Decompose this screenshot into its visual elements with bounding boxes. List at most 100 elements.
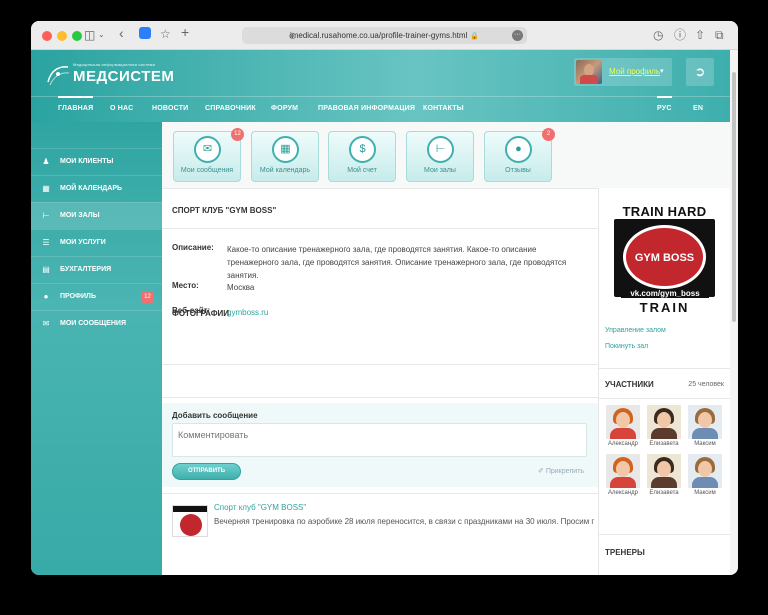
- address-bar[interactable]: ◎ imedical.rusahome.co.ua/profile-traine…: [242, 27, 527, 44]
- add-message-form: Добавить сообщение ОТПРАВИТЬ ✐ Прикрепит…: [162, 403, 598, 487]
- sidebar-item-label: БУХГАЛТЕРИЯ: [60, 266, 112, 273]
- logout-icon: ➲: [694, 64, 706, 79]
- scroll-thumb[interactable]: [732, 72, 736, 322]
- nav-item-contacts[interactable]: КОНТАКТЫ: [423, 105, 464, 112]
- profile-link[interactable]: Мой профиль: [609, 67, 660, 76]
- sidebar-item-accounting[interactable]: ▤ БУХГАЛТЕРИЯ: [31, 256, 162, 283]
- sidebar-item-label: МОИ УСЛУГИ: [60, 239, 106, 246]
- gym-logo-bottom-text: TRAIN: [639, 300, 690, 314]
- member-card[interactable]: Александр: [605, 454, 641, 498]
- sidebar-item-label: МОЙ КАЛЕНДАРЬ: [60, 185, 123, 192]
- lang-en[interactable]: EN: [693, 105, 703, 112]
- add-message-title: Добавить сообщение: [172, 411, 258, 420]
- tile-reviews[interactable]: ● Отзывы 2: [484, 128, 555, 182]
- send-button[interactable]: ОТПРАВИТЬ: [172, 463, 241, 480]
- profile-menu[interactable]: Мой профиль ▾: [574, 58, 672, 86]
- member-card[interactable]: Максим: [687, 405, 723, 449]
- bookmark-star-icon[interactable]: ☆: [160, 26, 171, 42]
- nav-item-news[interactable]: НОВОСТИ: [152, 105, 188, 112]
- sidebar-item-label: МОИ КЛИЕНТЫ: [60, 158, 114, 165]
- user-icon: ●: [43, 292, 49, 301]
- member-card[interactable]: Елизавета: [646, 454, 682, 498]
- nav-item-forum[interactable]: ФОРУМ: [271, 105, 298, 112]
- maximize-window-button[interactable]: [72, 31, 82, 41]
- sidebar-toggle-icon[interactable]: ◫: [84, 27, 95, 43]
- sidebar: ♟ МОИ КЛИЕНТЫ ▦ МОЙ КАЛЕНДАРЬ ⊢ МОИ ЗАЛЫ…: [31, 122, 162, 575]
- info-icon[interactable]: ⓘ: [674, 27, 686, 43]
- members-count: 25 человек: [688, 381, 724, 388]
- member-name: Максим: [694, 441, 716, 447]
- browser-toolbar: ◫ ⌄ ‹ ☆ + ◎ imedical.rusahome.co.ua/prof…: [31, 21, 738, 50]
- gym-logo-vk-text: vk.com/gym_boss: [621, 289, 709, 298]
- sidebar-item-profile[interactable]: ● ПРОФИЛЬ 12: [31, 283, 162, 310]
- attach-link[interactable]: ✐ Прикрепить: [538, 467, 584, 475]
- nav-item-reference[interactable]: СПРАВОЧНИК: [205, 105, 256, 112]
- quick-tiles: ✉ Мои сообщения 12 ▦ Мой календарь $ Мой…: [162, 122, 730, 188]
- tile-badge: 2: [542, 128, 555, 141]
- sidebar-item-label: ПРОФИЛЬ: [60, 293, 97, 300]
- nav-item-home[interactable]: ГЛАВНАЯ: [58, 96, 94, 112]
- sidebar-item-label: МОИ СООБЩЕНИЯ: [60, 320, 126, 327]
- post-item: Спорт клуб "GYM BOSS" Вечерняя тренировк…: [162, 487, 598, 537]
- address-url: imedical.rusahome.co.ua/profile-trainer-…: [289, 31, 468, 40]
- browser-window: ◫ ⌄ ‹ ☆ + ◎ imedical.rusahome.co.ua/prof…: [31, 21, 738, 575]
- manage-gym-link[interactable]: Управление залом: [605, 327, 666, 334]
- member-card[interactable]: Елизавета: [646, 405, 682, 449]
- chevron-down-icon[interactable]: ⌄: [98, 27, 105, 43]
- dumbbell-icon: ⊢: [427, 136, 454, 163]
- tile-gyms[interactable]: ⊢ Мои залы: [406, 131, 474, 182]
- tile-calendar[interactable]: ▦ Мой календарь: [251, 131, 319, 182]
- post-author-thumbnail[interactable]: [172, 505, 208, 537]
- member-name: Александр: [607, 490, 639, 496]
- post-author[interactable]: Спорт клуб "GYM BOSS": [214, 503, 306, 512]
- share-icon[interactable]: ⇧: [695, 27, 705, 43]
- avatar: [576, 60, 602, 84]
- member-card[interactable]: Александр: [605, 405, 641, 449]
- nav-item-legal[interactable]: ПРАВОВАЯ ИНФОРМАЦИЯ: [318, 105, 415, 112]
- back-icon[interactable]: ‹: [119, 25, 124, 41]
- site-header: Медицинская информационная система МЕДСИ…: [31, 50, 730, 122]
- tile-badge: 12: [231, 128, 244, 141]
- privacy-shield-icon[interactable]: [139, 27, 151, 39]
- site-logo[interactable]: Медицинская информационная система МЕДСИ…: [45, 60, 185, 90]
- lang-ru[interactable]: РУС: [657, 96, 672, 112]
- main-content: ✉ Мои сообщения 12 ▦ Мой календарь $ Мой…: [162, 122, 730, 575]
- trainers-title: ТРЕНЕРЫ: [605, 548, 645, 557]
- sidebar-item-gyms[interactable]: ⊢ МОИ ЗАЛЫ: [31, 202, 162, 229]
- calendar-icon: ▦: [272, 136, 299, 163]
- logo-name: МЕДСИСТЕМ: [73, 68, 175, 85]
- page-scrollbar[interactable]: [730, 50, 738, 575]
- minimize-window-button[interactable]: [57, 31, 67, 41]
- list-icon: ☰: [42, 238, 50, 247]
- logout-button[interactable]: ➲: [686, 58, 714, 86]
- tile-messages[interactable]: ✉ Мои сообщения 12: [173, 128, 244, 182]
- tile-account[interactable]: $ Мой счет: [328, 131, 396, 182]
- sidebar-item-messages[interactable]: ✉ МОИ СООБЩЕНИЯ: [31, 310, 162, 337]
- member-name: Елизавета: [649, 441, 679, 447]
- new-tab-plus-icon[interactable]: +: [181, 24, 189, 40]
- tile-label: Отзывы: [505, 167, 531, 174]
- caret-down-icon: ▾: [660, 68, 664, 75]
- logo-tagline: Медицинская информационная система: [73, 62, 156, 67]
- history-icon[interactable]: ◷: [653, 27, 663, 43]
- money-icon: $: [349, 136, 376, 163]
- globe-icon: ◎: [289, 31, 296, 40]
- sidebar-item-clients[interactable]: ♟ МОИ КЛИЕНТЫ: [31, 148, 162, 175]
- post-text: Вечерняя тренировка по аэробике 28 июля …: [214, 517, 594, 526]
- paperclip-icon: ✐: [538, 468, 544, 475]
- tile-label: Мой календарь: [259, 167, 311, 174]
- tabs-overview-icon[interactable]: ⧉: [715, 27, 724, 43]
- more-options-icon[interactable]: ···: [512, 30, 523, 41]
- close-window-button[interactable]: [42, 31, 52, 41]
- lock-icon: 🔒: [470, 33, 480, 40]
- sidebar-item-label: МОИ ЗАЛЫ: [60, 212, 100, 219]
- nav-item-about[interactable]: О НАС: [110, 105, 133, 112]
- member-name: Александр: [607, 441, 639, 447]
- accounting-icon: ▤: [42, 265, 50, 274]
- sidebar-item-calendar[interactable]: ▦ МОЙ КАЛЕНДАРЬ: [31, 175, 162, 202]
- member-card[interactable]: Максим: [687, 454, 723, 498]
- clients-icon: ♟: [42, 157, 50, 166]
- comment-input[interactable]: [172, 423, 587, 457]
- sidebar-item-services[interactable]: ☰ МОИ УСЛУГИ: [31, 229, 162, 256]
- leave-gym-link[interactable]: Покинуть зал: [605, 343, 648, 350]
